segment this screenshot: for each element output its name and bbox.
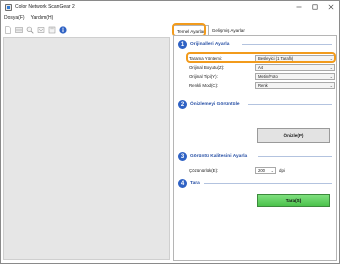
section-4-divider: [204, 183, 332, 184]
save-icon[interactable]: [48, 26, 56, 34]
new-page-icon[interactable]: [4, 25, 12, 34]
maximize-icon: [312, 4, 318, 10]
scan-icon[interactable]: [15, 26, 23, 34]
original-type-value: Metin/Foto: [258, 73, 278, 79]
section-1-divider: [242, 44, 332, 45]
minimize-icon: [296, 6, 302, 8]
section-2-title: Önizlemeyi Görüntüle: [190, 102, 240, 107]
window-title: Color Network ScanGear 2: [15, 4, 75, 10]
color-mode-label: Renkli Mod(C):: [189, 82, 219, 88]
resolution-row: Çözünürlük(E): 200 ⌄ dpi: [189, 166, 285, 174]
section-1-title: Orijinalleri Ayarla: [190, 42, 230, 47]
section-4-header: 4 Tara: [178, 179, 200, 188]
section-3-divider: [258, 156, 332, 157]
info-icon[interactable]: [59, 25, 67, 34]
app-icon: [5, 3, 12, 11]
chevron-down-icon: ⌄: [329, 55, 333, 61]
section-4-badge: 4: [178, 179, 187, 188]
original-type-row: Orijinal Tipi(Y): Metin/Foto ⌄: [189, 72, 335, 80]
scan-mode-value: Besleyici (1 Taraflı): [258, 55, 294, 61]
section-3-badge: 3: [178, 152, 187, 161]
zoom-icon[interactable]: [26, 26, 34, 34]
section-2-badge: 2: [178, 100, 187, 109]
section-2-divider: [248, 104, 332, 105]
section-3-header: 3 Görüntü Kalitesini Ayarla: [178, 152, 247, 161]
resolution-unit: dpi: [279, 167, 285, 173]
section-3-title: Görüntü Kalitesini Ayarla: [190, 154, 248, 159]
section-1-header: 1 Orijinalleri Ayarla: [178, 40, 229, 49]
original-size-value: A4: [258, 64, 264, 70]
scan-button[interactable]: Tara(S): [257, 194, 330, 207]
resolution-label: Çözünürlük(E):: [189, 167, 219, 173]
menu-help[interactable]: Yardım(H): [28, 15, 57, 21]
color-mode-row: Renkli Mod(C): Renk ⌄: [189, 81, 335, 89]
chevron-down-icon: ⌄: [329, 82, 333, 88]
rotate-icon[interactable]: [37, 26, 45, 34]
close-icon: [328, 4, 334, 10]
original-size-label: Orijinal Boyutu(Z):: [189, 64, 225, 70]
scan-mode-select[interactable]: Besleyici (1 Taraflı) ⌄: [255, 54, 335, 62]
color-mode-select[interactable]: Renk ⌄: [255, 81, 335, 89]
chevron-down-icon: ⌄: [270, 167, 274, 173]
menu-bar: Dosya(F) Yardım(H): [1, 13, 339, 22]
window-controls: [291, 1, 339, 13]
close-button[interactable]: [323, 1, 339, 13]
original-size-row: Orijinal Boyutu(Z): A4 ⌄: [189, 63, 335, 71]
chevron-down-icon: ⌄: [329, 64, 333, 70]
section-2-header: 2 Önizlemeyi Görüntüle: [178, 100, 240, 109]
preview-area[interactable]: [3, 37, 170, 260]
original-type-select[interactable]: Metin/Foto ⌄: [255, 72, 335, 80]
scan-mode-row: Tarama Yöntemi: Besleyici (1 Taraflı) ⌄: [189, 54, 335, 62]
app-window: Color Network ScanGear 2 Dosya(F) Yardım…: [0, 0, 340, 264]
basic-settings-panel: 1 Orijinalleri Ayarla Tarama Yöntemi: Be…: [173, 35, 337, 261]
maximize-button[interactable]: [307, 1, 323, 13]
original-size-select[interactable]: A4 ⌄: [255, 63, 335, 71]
title-bar[interactable]: Color Network ScanGear 2: [1, 1, 339, 13]
color-mode-value: Renk: [258, 82, 268, 88]
chevron-down-icon: ⌄: [329, 73, 333, 79]
resolution-select[interactable]: 200 ⌄: [255, 166, 276, 174]
section-1-badge: 1: [178, 40, 187, 49]
menu-file[interactable]: Dosya(F): [1, 15, 28, 21]
original-type-label: Orijinal Tipi(Y):: [189, 73, 218, 79]
toolbar: [4, 24, 67, 35]
settings-pane: Temel Ayarlar Gelişmiş Ayarlar 1 Orijina…: [172, 23, 337, 261]
section-4-title: Tara: [190, 181, 200, 186]
scan-mode-label: Tarama Yöntemi:: [189, 55, 223, 61]
resolution-value: 200: [258, 167, 265, 173]
minimize-button[interactable]: [291, 1, 307, 13]
preview-button[interactable]: Önizle(P): [257, 128, 330, 143]
